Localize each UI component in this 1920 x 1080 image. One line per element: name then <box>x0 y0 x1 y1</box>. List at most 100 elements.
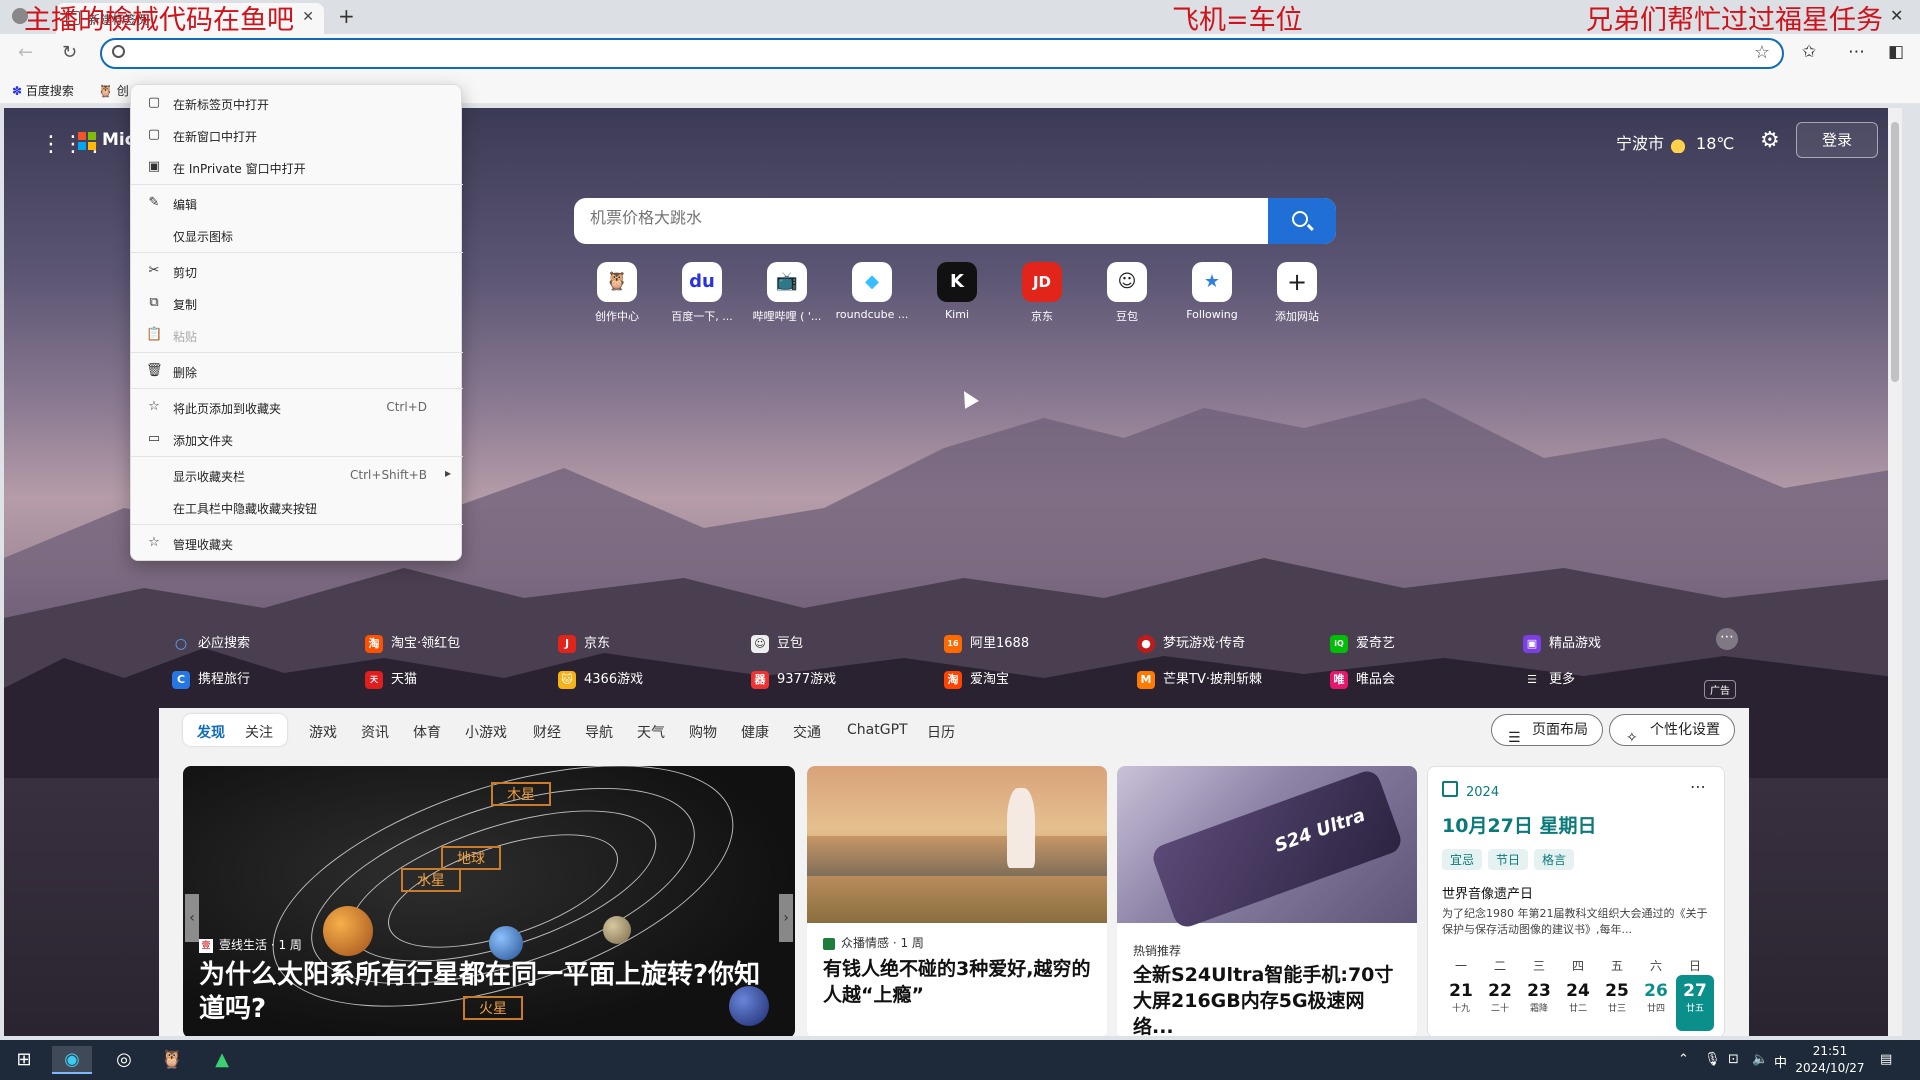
tile-add-site[interactable]: + 添加网站 <box>1260 262 1334 324</box>
favorite-star-icon[interactable]: ☆ <box>1754 42 1770 63</box>
quick-link[interactable]: 天天猫 <box>365 668 417 689</box>
personalize-button[interactable]: ✧ 个性化设置 <box>1609 714 1735 746</box>
system-clock[interactable]: 21:51 2024/10/27 <box>1792 1043 1868 1077</box>
volume-icon[interactable]: 🔈 <box>1752 1052 1768 1067</box>
bookmark-baidu[interactable]: ✽ 百度搜索 <box>12 82 74 99</box>
menu-item-cut[interactable]: ✂ 剪切 <box>131 257 463 285</box>
quick-link[interactable]: C 携程旅行 <box>172 668 250 689</box>
chip-holiday[interactable]: 节日 <box>1488 849 1529 870</box>
bookmark-create[interactable]: 🦉 创 <box>98 82 129 99</box>
calendar-day[interactable]: 21 十九 <box>1442 981 1480 1014</box>
tab-calendar[interactable]: 日历 <box>927 722 955 742</box>
search-button[interactable] <box>1268 198 1336 244</box>
quick-link[interactable]: 16 阿里1688 <box>944 632 1029 653</box>
network-icon[interactable]: ⊡ <box>1728 1052 1739 1067</box>
more-menu-icon[interactable]: ⋯ <box>1848 42 1865 62</box>
menu-item-open-inprivate[interactable]: ▣ 在 InPrivate 窗口中打开 <box>131 153 463 181</box>
close-window-icon[interactable]: ✕ <box>1890 6 1903 25</box>
menu-item-add-to-favorites[interactable]: ☆ 将此页添加到收藏夹 Ctrl+D <box>131 393 463 421</box>
quick-link[interactable]: ▣ 精品游戏 <box>1523 632 1601 653</box>
tab-news[interactable]: 资讯 <box>361 722 389 742</box>
web-search-input[interactable] <box>590 210 1230 228</box>
tray-chevron-icon[interactable]: ⌃ <box>1678 1052 1689 1067</box>
address-bar[interactable]: ☆ <box>100 38 1784 69</box>
calendar-day[interactable]: 26 廿四 <box>1637 981 1675 1014</box>
chip-quote[interactable]: 格言 <box>1534 849 1575 870</box>
tab-games[interactable]: 游戏 <box>309 722 337 742</box>
ad-card-phone[interactable]: S24 Ultra 热销推荐 全新S24Ultra智能手机:70寸大屏216GB… <box>1117 766 1417 1036</box>
tab-sports[interactable]: 体育 <box>413 722 441 742</box>
menu-item-edit[interactable]: ✎ 编辑 <box>131 189 463 217</box>
login-button[interactable]: 登录 <box>1796 122 1878 158</box>
quick-link[interactable]: J 京东 <box>558 632 610 653</box>
tile-bilibili[interactable]: 📺 哔哩哔哩 ( '... <box>750 262 824 324</box>
tile-following[interactable]: ★ Following <box>1175 262 1249 321</box>
menu-item-copy[interactable]: ⧉ 复制 <box>131 289 463 317</box>
carousel-next-button[interactable]: › <box>779 894 793 942</box>
card-headline[interactable]: 全新S24Ultra智能手机:70寸大屏216GB内存5G极速网络... <box>1133 962 1403 1036</box>
tile-doubao[interactable]: ☺ 豆包 <box>1090 262 1164 324</box>
carousel-prev-button[interactable]: ‹ <box>185 894 199 942</box>
page-scrollbar[interactable] <box>1888 108 1902 1036</box>
windows-start-icon[interactable]: ⊞ <box>4 1046 44 1074</box>
quick-link[interactable]: 器 9377游戏 <box>751 668 836 689</box>
scrollbar-thumb[interactable] <box>1891 122 1899 382</box>
weather-widget[interactable]: 宁波市 18℃ <box>1616 130 1734 154</box>
calendar-day[interactable]: 22 二十 <box>1481 981 1519 1014</box>
menu-item-open-new-window[interactable]: ▢ 在新窗口中打开 <box>131 121 463 149</box>
quick-link[interactable]: M 芒果TV·披荆斩棘 <box>1137 668 1262 689</box>
tab-chatgpt[interactable]: ChatGPT <box>847 722 908 738</box>
tab-traffic[interactable]: 交通 <box>793 722 821 742</box>
address-input[interactable] <box>132 44 1732 64</box>
tab-health[interactable]: 健康 <box>741 722 769 742</box>
quick-links-more-icon[interactable]: ⋯ <box>1716 628 1738 650</box>
menu-item-show-favorites-bar[interactable]: 显示收藏夹栏 Ctrl+Shift+B ▸ <box>131 461 463 489</box>
quick-link[interactable]: ○ 必应搜索 <box>172 632 250 653</box>
tab-mini-games[interactable]: 小游戏 <box>465 722 507 742</box>
tile-create-center[interactable]: 🦉 创作中心 <box>580 262 654 324</box>
menu-item-delete[interactable]: 🗑 删除 <box>131 357 463 385</box>
back-icon[interactable]: ← <box>18 42 33 63</box>
menu-item-add-folder[interactable]: ▭ 添加文件夹 <box>131 425 463 453</box>
calendar-day-today[interactable]: 27 廿五 <box>1676 975 1714 1031</box>
refresh-icon[interactable]: ↻ <box>62 42 77 63</box>
tile-kimi[interactable]: K Kimi <box>920 262 994 321</box>
ime-indicator[interactable]: 中 <box>1774 1052 1787 1071</box>
tab-discover[interactable]: 发现 <box>197 722 225 742</box>
menu-item-show-icon-only[interactable]: 仅显示图标 <box>131 221 463 249</box>
favorites-icon[interactable]: ✩ <box>1802 42 1816 62</box>
calendar-day[interactable]: 23 霜降 <box>1520 981 1558 1014</box>
calendar-card[interactable]: 2024 ⋯ 10月27日 星期日 宜忌 节日 格言 世界音像遗产日 为了纪念198… <box>1427 766 1725 1036</box>
menu-item-hide-favorites-button[interactable]: 在工具栏中隐藏收藏夹按钮 <box>131 493 463 521</box>
quick-link-more[interactable]: ☰ 更多 <box>1523 668 1575 689</box>
quick-link[interactable]: 唯唯品会 <box>1330 668 1395 689</box>
obs-icon[interactable]: ◎ <box>104 1046 144 1074</box>
tile-roundcube[interactable]: ◆ roundcube ... <box>835 262 909 321</box>
card-headline[interactable]: 有钱人绝不碰的3种爱好,越穷的人越“上瘾” <box>823 956 1093 1008</box>
tile-baidu[interactable]: du 百度一下, ... <box>665 262 739 324</box>
notification-icon[interactable]: ▤ <box>1880 1052 1892 1067</box>
quick-link[interactable]: 淘爱淘宝 <box>944 668 1009 689</box>
chip-yiji[interactable]: 宜忌 <box>1442 849 1483 870</box>
page-layout-button[interactable]: ☰ 页面布局 <box>1491 714 1603 746</box>
calendar-more-icon[interactable]: ⋯ <box>1690 777 1706 796</box>
calendar-day[interactable]: 25 廿三 <box>1598 981 1636 1014</box>
app-launcher-icon[interactable]: ⋮⋮⋮ <box>40 132 106 157</box>
owl-app-icon[interactable]: 🦉 <box>152 1046 192 1074</box>
quick-link[interactable]: 🐱 4366游戏 <box>558 668 643 689</box>
tab-navigation[interactable]: 导航 <box>585 722 613 742</box>
sidebar-icon[interactable]: ◧ <box>1888 42 1904 62</box>
tab-finance[interactable]: 财经 <box>533 722 561 742</box>
web-search-box[interactable] <box>574 198 1336 244</box>
microphone-icon[interactable]: 🎙 <box>1704 1052 1721 1067</box>
tab-weather[interactable]: 天气 <box>637 722 665 742</box>
quick-link[interactable]: 淘淘宝·领红包 <box>365 632 460 653</box>
menu-item-open-new-tab[interactable]: ▢ 在新标签页中打开 <box>131 89 463 117</box>
quick-link[interactable]: ☺ 豆包 <box>751 632 803 653</box>
new-tab-button[interactable]: + <box>338 4 355 28</box>
menu-item-manage-favorites[interactable]: ☆ 管理收藏夹 <box>131 529 463 557</box>
tile-jd[interactable]: JD 京东 <box>1005 262 1079 324</box>
quick-link[interactable]: ● 梦玩游戏·传奇 <box>1137 632 1245 653</box>
edge-browser-icon[interactable]: ◉ <box>52 1046 92 1074</box>
page-settings-icon[interactable]: ⚙ <box>1760 128 1780 153</box>
